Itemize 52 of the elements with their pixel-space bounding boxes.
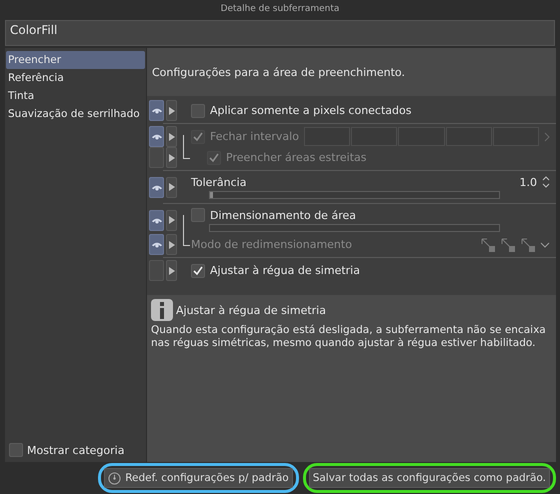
eye-icon: [150, 132, 162, 141]
expand-arrow-button[interactable]: [166, 210, 177, 230]
resize-mode-icon[interactable]: [520, 236, 536, 252]
tolerance-value[interactable]: 1.0: [520, 176, 537, 188]
info-title: Ajustar à régua de simetria: [176, 304, 326, 316]
setting-label: Fechar intervalo: [210, 130, 299, 143]
eye-icon: [150, 106, 162, 115]
category-item[interactable]: Tinta: [6, 87, 145, 105]
category-item[interactable]: Referência: [6, 69, 145, 87]
checkbox[interactable]: [191, 104, 205, 118]
tolerance-slider[interactable]: [209, 191, 500, 199]
visibility-toggle[interactable]: [149, 176, 164, 198]
play-icon: [168, 154, 174, 162]
resize-mode-icon[interactable]: [480, 236, 496, 252]
visibility-toggle[interactable]: [149, 100, 164, 121]
setting-label: Preencher áreas estreitas: [226, 151, 366, 164]
category-item[interactable]: Preencher: [6, 51, 145, 69]
play-icon: [168, 106, 174, 114]
info-icon: [151, 299, 173, 321]
tool-name-field[interactable]: ColorFill: [5, 20, 555, 46]
checkbox-label: Mostrar categoria: [27, 444, 124, 456]
expand-arrow-button[interactable]: [166, 176, 177, 198]
reset-icon: [108, 472, 122, 484]
play-icon: [168, 183, 174, 191]
section-heading: Configurações para a área de preenchimento.: [152, 66, 405, 78]
expand-arrow-button[interactable]: [166, 100, 177, 121]
checkbox[interactable]: [191, 264, 205, 278]
expand-arrow-button[interactable]: [166, 260, 177, 281]
button[interactable]: Redef. configurações p/ padrão: [104, 468, 293, 488]
play-icon: [168, 132, 174, 140]
setting-label: Dimensionamento de área: [210, 208, 356, 222]
checkbox[interactable]: [191, 208, 205, 222]
expand-arrow-button[interactable]: [166, 126, 177, 147]
setting-label: Modo de redimensionamento: [191, 238, 352, 251]
window-title: Detalhe de subferramenta: [220, 4, 340, 14]
spinner-icon[interactable]: [542, 175, 550, 189]
setting-label: Aplicar somente a pixels conectados: [210, 104, 412, 117]
chevron-down-icon[interactable]: [540, 242, 550, 248]
setting-label: Tolerância: [191, 176, 246, 188]
setting-label: Ajustar à régua de simetria: [210, 264, 360, 277]
category-item[interactable]: Suavização de serrilhado: [6, 105, 145, 123]
expand-arrow-button[interactable]: [166, 234, 177, 255]
play-icon: [168, 240, 174, 248]
eye-icon: [150, 240, 162, 249]
expand-arrow-button[interactable]: [166, 147, 177, 168]
button[interactable]: Salvar todas as configurações como padrão.: [308, 468, 550, 488]
checkbox[interactable]: [9, 443, 23, 457]
resize-mode-icon[interactable]: [500, 236, 516, 252]
visibility-toggle[interactable]: [149, 210, 164, 230]
play-icon: [168, 266, 174, 274]
play-icon: [168, 216, 174, 224]
info-description: Quando esta configuração está desligada, a subferramenta não se encaixa nas réguas simétricas, mesmo quando ajustar à régua estiver habilitado.: [151, 324, 547, 350]
